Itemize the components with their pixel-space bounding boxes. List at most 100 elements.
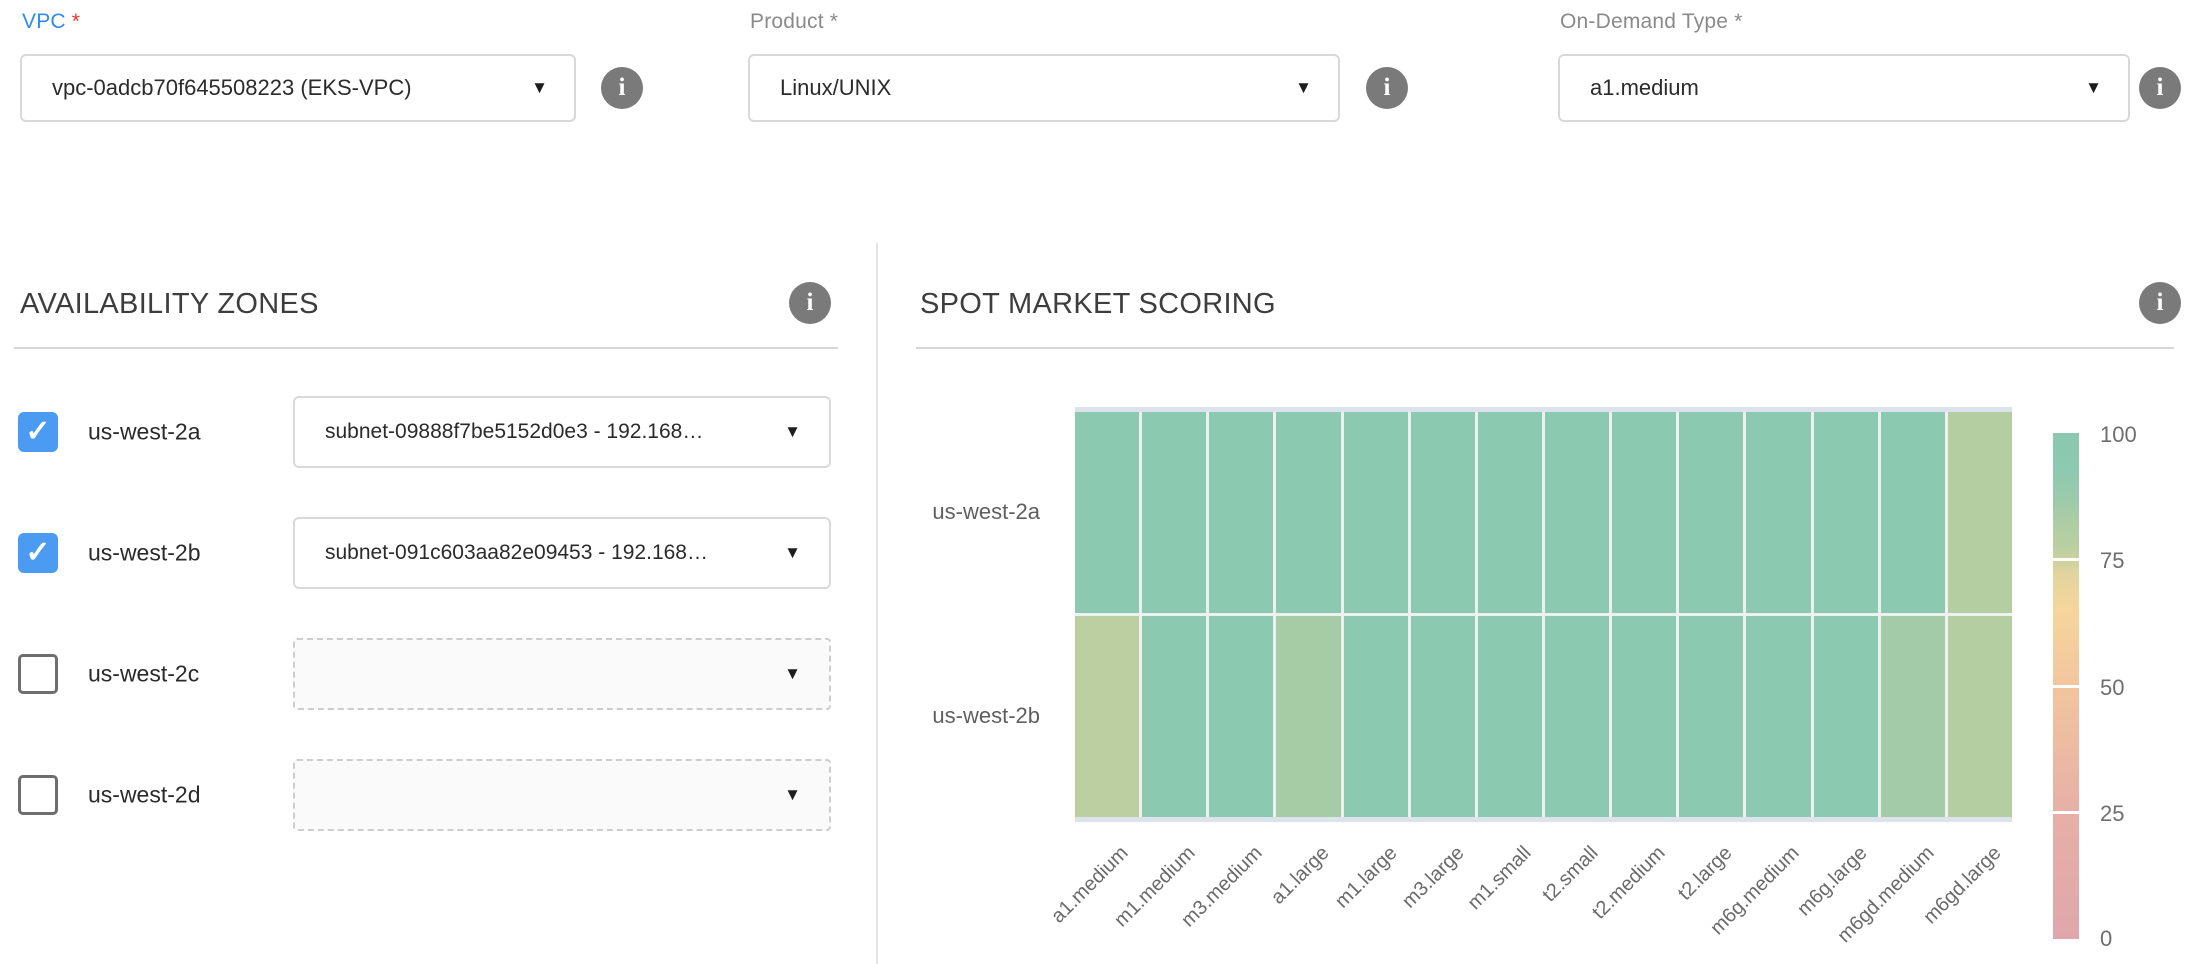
info-icon[interactable]: i [1366,67,1408,109]
on-demand-type-required-asterisk: * [1734,10,1742,33]
subnet-select[interactable]: ▼ [293,638,831,710]
heatmap-cell [1478,616,1542,817]
colorbar-tick-line [2053,558,2079,561]
heatmap-cell [1478,412,1542,613]
colorbar-tick-label: 25 [2100,800,2170,828]
product-select[interactable]: Linux/UNIX ▼ [748,54,1340,122]
heatmap-cell [1612,616,1676,817]
az-row-us-west-2c: ✓ us-west-2c ▼ [0,638,862,710]
heatmap-cell [1209,616,1273,817]
colorbar-tick-label: 0 [2100,925,2170,953]
vpc-select[interactable]: vpc-0adcb70f645508223 (EKS-VPC) ▼ [20,54,576,122]
subnet-select[interactable]: ▼ [293,759,831,831]
az-zone-label: us-west-2d [88,782,200,809]
colorbar [2053,433,2079,939]
heatmap-cell [1209,412,1273,613]
heatmap-cell [1948,616,2012,817]
info-icon[interactable]: i [789,282,831,324]
on-demand-type-select[interactable]: a1.medium ▼ [1558,54,2130,122]
product-label: Product * [750,10,838,34]
info-icon-glyph: i [1384,74,1391,102]
chevron-down-icon: ▼ [784,543,801,563]
heatmap-x-label: m1.large [1331,842,1402,913]
colorbar-tick-label: 50 [2100,674,2170,702]
heatmap-x-label: m1.small [1463,842,1536,915]
subnet-select-value: subnet-091c603aa82e09453 - 192.168… [325,541,708,565]
az-checkbox[interactable]: ✓ [18,775,58,815]
heatmap-cell [1612,412,1676,613]
heatmap-cell [1746,616,1810,817]
az-row-us-west-2a: ✓ us-west-2a subnet-09888f7be5152d0e3 - … [0,396,862,468]
heatmap-cell [1881,616,1945,817]
vpc-label-text: VPC [22,10,66,33]
heatmap-cell [1411,412,1475,613]
heatmap-plot [1075,407,2012,822]
chevron-down-icon: ▼ [784,664,801,684]
on-demand-type-label: On-Demand Type * [1560,10,1743,34]
vpc-required-asterisk: * [72,10,80,33]
heatmap-cell [1814,616,1878,817]
plot-background-strip [1075,817,2012,822]
az-row-us-west-2d: ✓ us-west-2d ▼ [0,759,862,831]
availability-zones-title: AVAILABILITY ZONES [20,288,319,321]
heatmap-cell [1545,616,1609,817]
heatmap-x-label: a1.large [1267,842,1334,909]
check-icon: ✓ [25,417,50,447]
heatmap-cell [1142,412,1206,613]
heatmap-cell [1276,616,1340,817]
subnet-select-value: subnet-09888f7be5152d0e3 - 192.168… [325,420,703,444]
heatmap-cell [1545,412,1609,613]
chevron-down-icon: ▼ [531,78,548,98]
section-divider [14,347,838,349]
colorbar-tick-label: 100 [2100,421,2170,449]
az-checkbox[interactable]: ✓ [18,654,58,694]
heatmap-cell [1142,616,1206,817]
chevron-down-icon: ▼ [784,422,801,442]
vpc-label: VPC * [22,10,80,34]
heatmap-y-label: us-west-2a [880,497,1040,527]
az-checkbox[interactable]: ✓ [18,533,58,573]
info-icon[interactable]: i [601,67,643,109]
subnet-select[interactable]: subnet-09888f7be5152d0e3 - 192.168… ▼ [293,396,831,468]
on-demand-type-label-text: On-Demand Type [1560,10,1728,33]
heatmap-x-label: t2.medium [1588,842,1670,924]
info-icon[interactable]: i [2139,67,2181,109]
subnet-select[interactable]: subnet-091c603aa82e09453 - 192.168… ▼ [293,517,831,589]
info-icon-glyph: i [807,289,814,317]
product-required-asterisk: * [830,10,838,33]
info-icon-glyph: i [2157,74,2164,102]
chevron-down-icon: ▼ [2085,78,2102,98]
heatmap-cell [1679,616,1743,817]
heatmap-x-label: m3.large [1398,842,1469,913]
colorbar-tick-label: 75 [2100,547,2170,575]
check-icon: ✓ [25,538,50,568]
az-zone-label: us-west-2c [88,661,199,688]
section-divider [916,347,2174,349]
info-icon-glyph: i [2157,289,2164,317]
az-zone-label: us-west-2a [88,419,200,446]
heatmap-grid [1075,412,2012,817]
heatmap-cell [1679,412,1743,613]
vertical-divider [876,243,878,964]
info-icon[interactable]: i [2139,282,2181,324]
colorbar-tick-line [2053,811,2079,814]
colorbar-tick-line [2053,685,2079,688]
az-row-us-west-2b: ✓ us-west-2b subnet-091c603aa82e09453 - … [0,517,862,589]
az-zone-label: us-west-2b [88,540,200,567]
chevron-down-icon: ▼ [1295,78,1312,98]
heatmap-cell [1881,412,1945,613]
heatmap-cell [1411,616,1475,817]
product-select-value: Linux/UNIX [780,75,891,101]
heatmap-cell [1344,616,1408,817]
heatmap-cell [1075,412,1139,613]
heatmap-cell [1814,412,1878,613]
vpc-select-value: vpc-0adcb70f645508223 (EKS-VPC) [52,75,412,101]
product-label-text: Product [750,10,824,33]
heatmap-cell [1075,616,1139,817]
heatmap-cell [1276,412,1340,613]
info-icon-glyph: i [619,74,626,102]
heatmap-x-label: t2.large [1674,842,1737,905]
az-checkbox[interactable]: ✓ [18,412,58,452]
on-demand-type-select-value: a1.medium [1590,75,1699,101]
heatmap-cell [1746,412,1810,613]
